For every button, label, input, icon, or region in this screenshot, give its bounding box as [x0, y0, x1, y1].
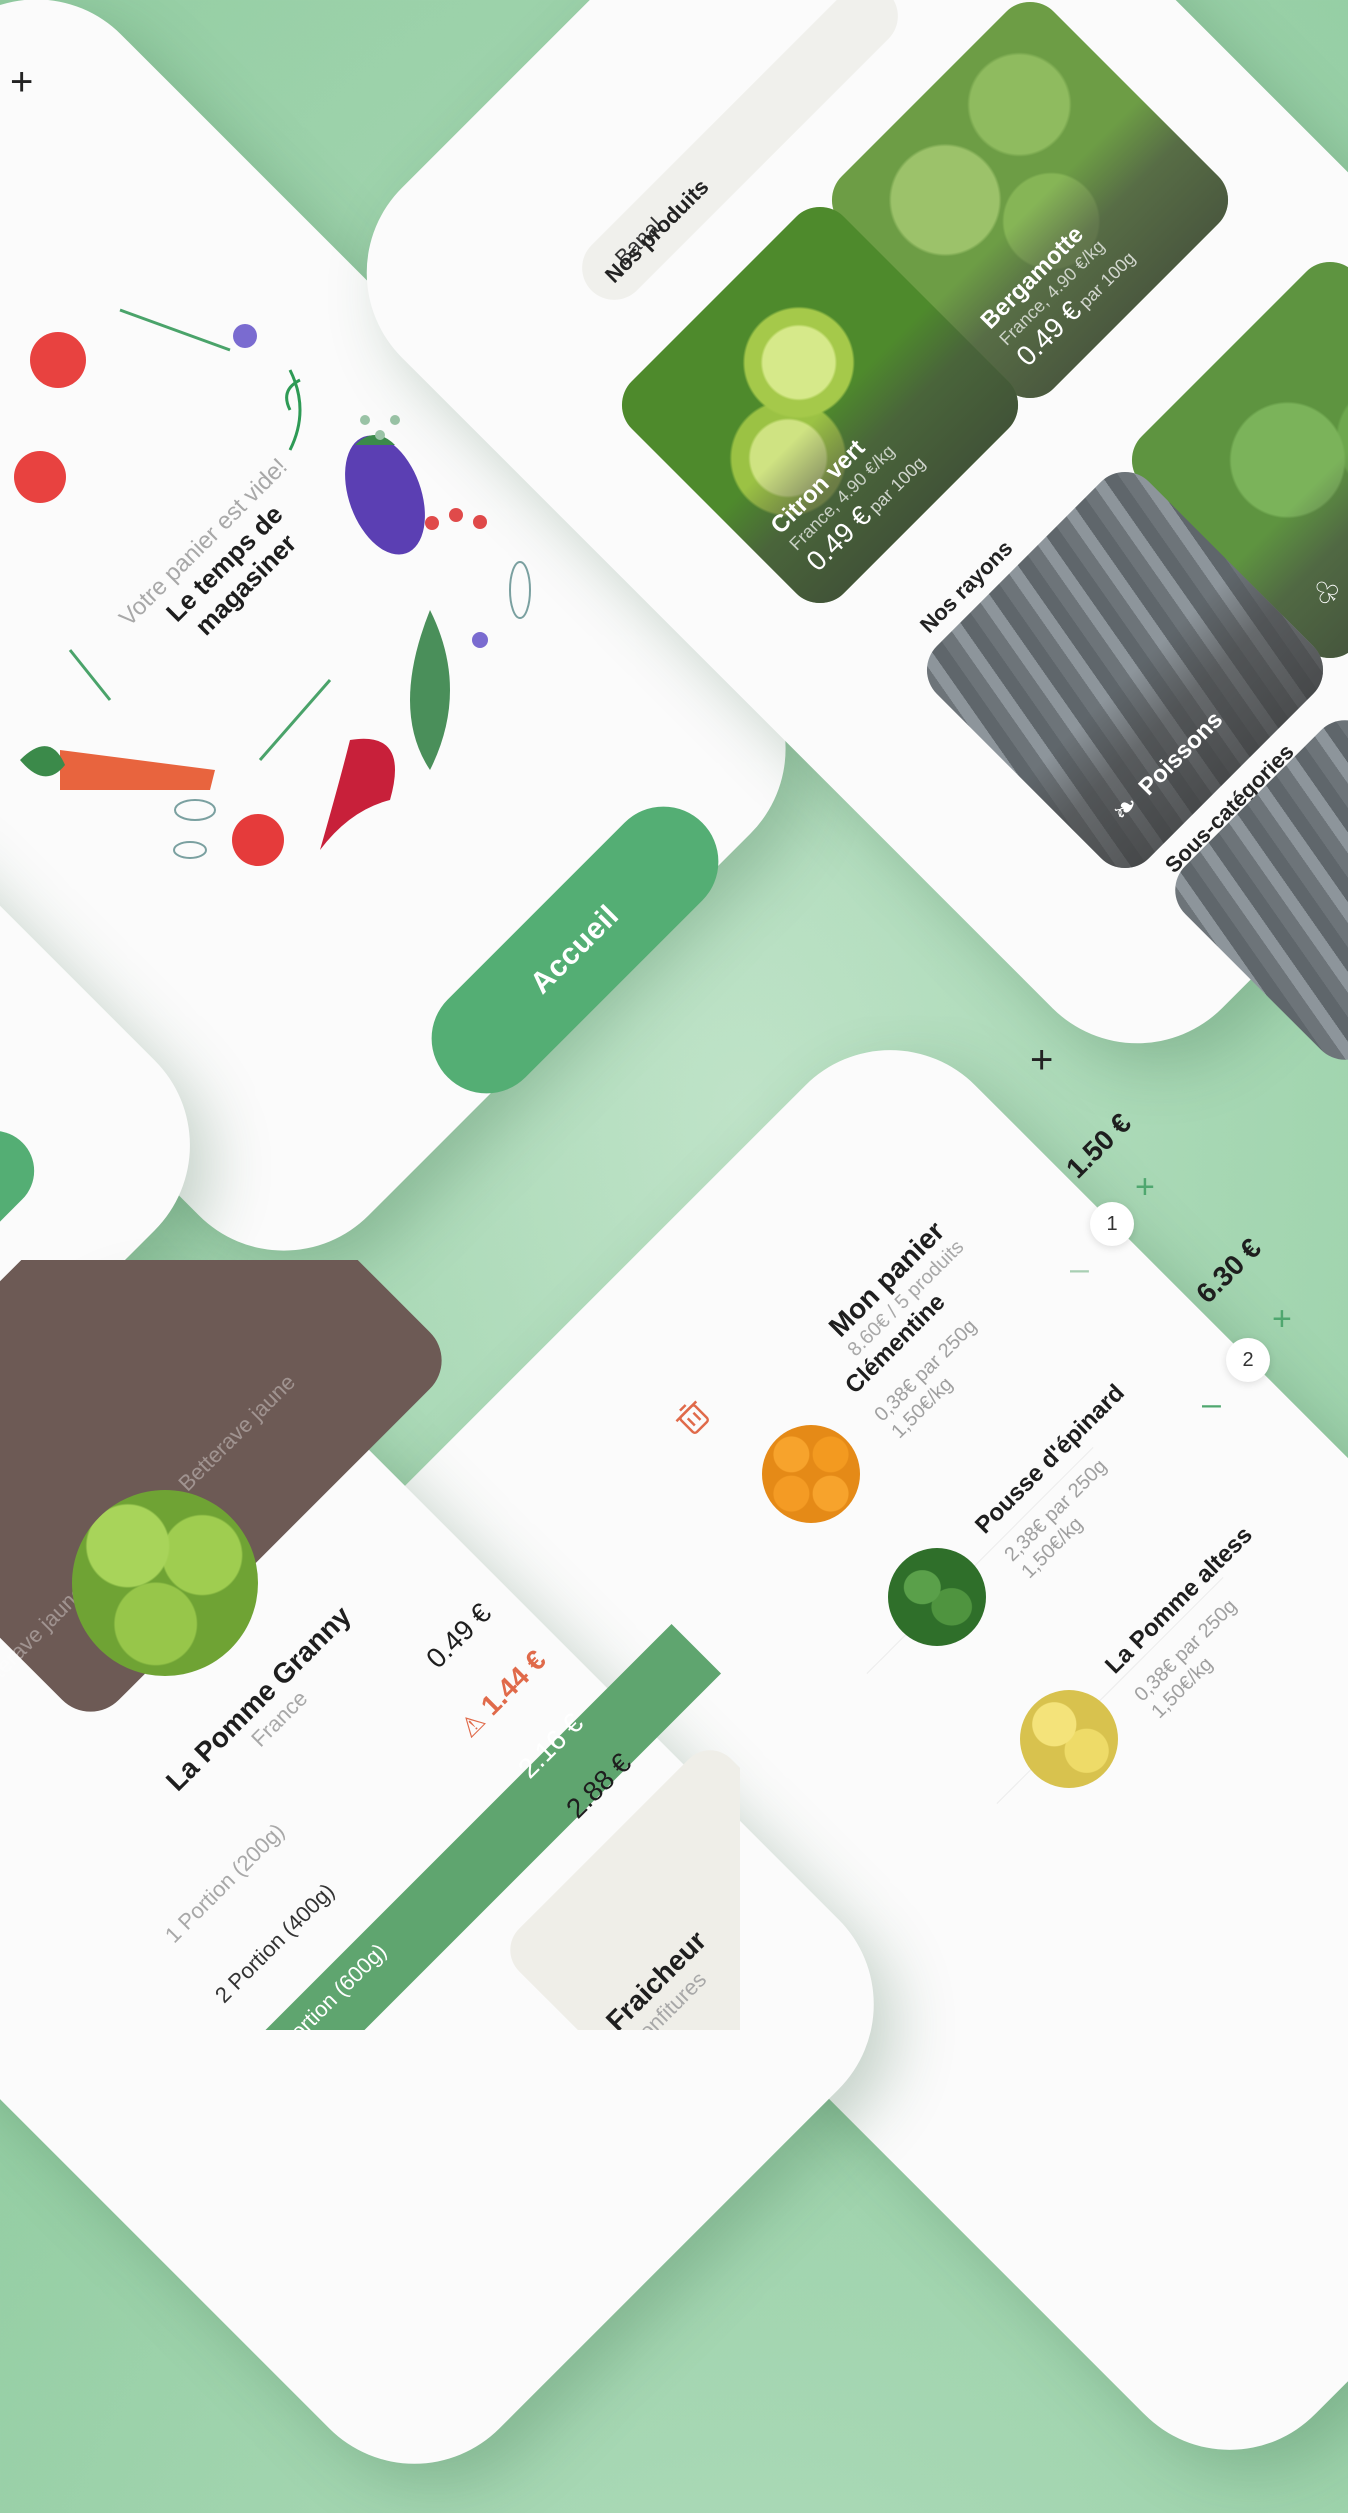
- quantity-value: 1: [1090, 1202, 1134, 1246]
- portion-price: 1.44 €: [474, 1644, 552, 1722]
- item-meta-2: 1,50€/kg: [1147, 1653, 1218, 1723]
- item-price: 6.30 €: [1190, 1232, 1268, 1310]
- add-icon[interactable]: +: [1030, 1040, 1053, 1080]
- quantity-value: 2: [1226, 1338, 1270, 1382]
- eggplant-icon: [345, 435, 425, 555]
- cart-item-pousse-epinard[interactable]: Pousse d'épinard 2,38€ par 250g 1,50€/kg: [970, 1336, 1217, 1583]
- clementine-image: [762, 1425, 860, 1523]
- radish-icon: [232, 814, 284, 866]
- granny-apple-image: [72, 1490, 258, 1676]
- decrement-button[interactable]: –: [1070, 1250, 1089, 1289]
- product-header-band: [0, 1260, 459, 1729]
- yellow-apple-image: [1020, 1690, 1118, 1788]
- product-screen: Betterave jaune Betterave jaune La Pomme…: [0, 1260, 740, 2030]
- add-icon[interactable]: +: [10, 62, 33, 102]
- increment-button[interactable]: +: [1135, 1168, 1155, 1207]
- portion-price: 0.49 €: [420, 1597, 498, 1675]
- increment-button[interactable]: +: [1272, 1300, 1292, 1339]
- cart-item-pomme-altess[interactable]: La Pomme altess 0,38€ par 250g 1,50€/kg: [1100, 1476, 1347, 1723]
- search-screen: Banal Nos produits Bergamotte France, 4.…: [560, 0, 1348, 1100]
- promo-price: ⚠ 1.44 €: [453, 1644, 553, 1744]
- carrot-icon: [20, 746, 215, 790]
- kale-leaf-icon: [410, 610, 450, 770]
- tomato-icon: [30, 332, 86, 388]
- item-price: 1.50 €: [1060, 1107, 1138, 1185]
- beet-icon: [320, 738, 395, 850]
- item-meta-2: 1,50€/kg: [1017, 1513, 1088, 1583]
- spinach-image: [888, 1548, 986, 1646]
